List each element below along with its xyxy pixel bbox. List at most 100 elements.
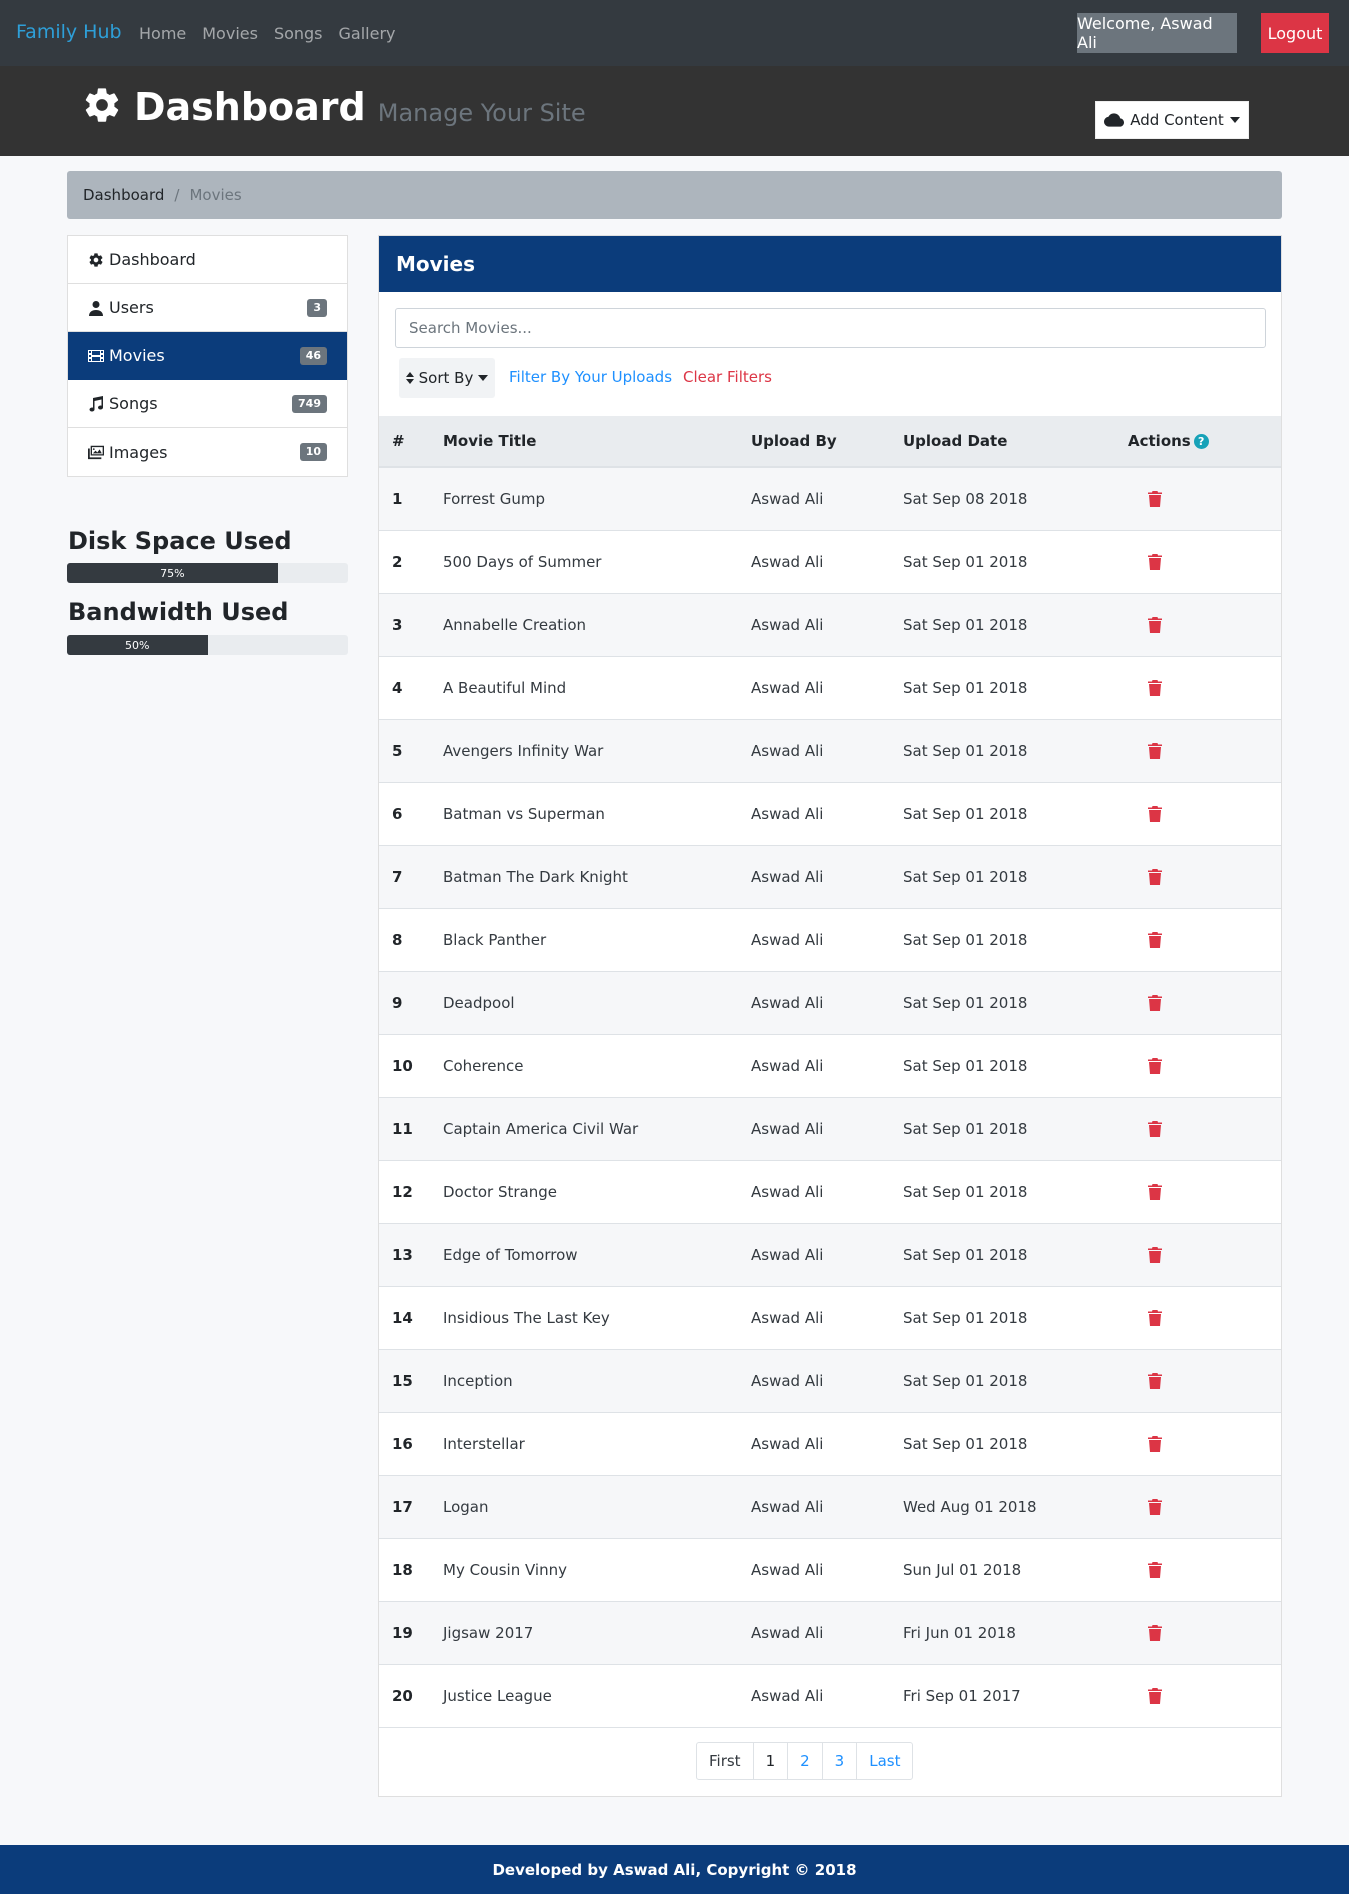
trash-icon[interactable]: [1148, 868, 1162, 885]
row-number: 14: [379, 1286, 443, 1350]
trash-icon[interactable]: [1148, 742, 1162, 759]
trash-icon[interactable]: [1148, 1057, 1162, 1074]
row-actions: [1128, 467, 1281, 531]
row-actions: [1128, 1349, 1281, 1413]
clear-filters-link[interactable]: Clear Filters: [683, 368, 772, 386]
help-icon[interactable]: ?: [1193, 434, 1209, 449]
trash-icon[interactable]: [1148, 805, 1162, 822]
sidebar-item-users[interactable]: Users 3: [68, 284, 347, 332]
table-row: 18 My Cousin Vinny Aswad Ali Sun Jul 01 201…: [379, 1538, 1281, 1602]
row-actions: [1128, 1097, 1281, 1161]
upload-date: Sat Sep 01 2018: [903, 656, 1128, 720]
trash-icon[interactable]: [1148, 1120, 1162, 1137]
add-content-dropdown[interactable]: Add Content: [1095, 101, 1249, 139]
sidebar-item-images[interactable]: Images 10: [68, 428, 347, 476]
upload-date: Sat Sep 01 2018: [903, 593, 1128, 657]
sidebar-item-songs[interactable]: Songs 749: [68, 380, 347, 428]
upload-by: Aswad Ali: [751, 1223, 903, 1287]
row-actions: [1128, 1160, 1281, 1224]
upload-date: Sat Sep 01 2018: [903, 971, 1128, 1035]
top-navbar: Family Hub Home Movies Songs Gallery Wel…: [0, 0, 1349, 66]
movie-title: Coherence: [443, 1034, 751, 1098]
footer: Developed by Aswad Ali, Copyright © 2018: [0, 1845, 1349, 1894]
trash-icon[interactable]: [1148, 994, 1162, 1011]
row-number: 17: [379, 1475, 443, 1539]
upload-date: Sat Sep 01 2018: [903, 1097, 1128, 1161]
column-header-title: Movie Title: [443, 416, 751, 468]
nav-link-gallery[interactable]: Gallery: [339, 24, 396, 43]
movie-title: Batman The Dark Knight: [443, 845, 751, 909]
trash-icon[interactable]: [1148, 553, 1162, 570]
sidebar-item-movies[interactable]: Movies 46: [68, 332, 347, 380]
table-row: 20 Justice League Aswad Ali Fri Sep 01 2017: [379, 1664, 1281, 1728]
row-actions: [1128, 1601, 1281, 1665]
filter-your-uploads-link[interactable]: Filter By Your Uploads: [509, 368, 672, 386]
trash-icon[interactable]: [1148, 616, 1162, 633]
breadcrumb-dashboard[interactable]: Dashboard: [83, 186, 164, 204]
row-actions: [1128, 845, 1281, 909]
row-actions: [1128, 1475, 1281, 1539]
movie-title: A Beautiful Mind: [443, 656, 751, 720]
movie-title: Interstellar: [443, 1412, 751, 1476]
page-last[interactable]: Last: [856, 1743, 912, 1779]
nav-link-home[interactable]: Home: [139, 24, 186, 43]
sort-by-dropdown[interactable]: Sort By: [399, 358, 495, 398]
page-first[interactable]: First: [697, 1743, 753, 1779]
movie-title: Logan: [443, 1475, 751, 1539]
trash-icon[interactable]: [1148, 1687, 1162, 1704]
trash-icon[interactable]: [1148, 1183, 1162, 1200]
upload-date: Sun Jul 01 2018: [903, 1538, 1128, 1602]
trash-icon[interactable]: [1148, 679, 1162, 696]
trash-icon[interactable]: [1148, 1561, 1162, 1578]
sidebar-item-label: Images: [109, 442, 168, 462]
upload-by: Aswad Ali: [751, 719, 903, 783]
movie-title: Black Panther: [443, 908, 751, 972]
trash-icon[interactable]: [1148, 1309, 1162, 1326]
upload-by: Aswad Ali: [751, 1601, 903, 1665]
nav-links: Home Movies Songs Gallery: [139, 24, 396, 43]
nav-link-songs[interactable]: Songs: [274, 24, 323, 43]
trash-icon[interactable]: [1148, 490, 1162, 507]
table-header-row: # Movie Title Upload By Upload Date Acti…: [379, 416, 1281, 468]
page-3[interactable]: 3: [821, 1743, 857, 1779]
songs-count-badge: 749: [292, 395, 327, 413]
trash-icon[interactable]: [1148, 1372, 1162, 1389]
brand-link[interactable]: Family Hub: [16, 21, 122, 43]
row-number: 20: [379, 1664, 443, 1728]
upload-by: Aswad Ali: [751, 656, 903, 720]
table-row: 1 Forrest Gump Aswad Ali Sat Sep 08 2018: [379, 467, 1281, 531]
welcome-button[interactable]: Welcome, Aswad Ali: [1077, 13, 1237, 53]
disk-space-progress-fill: 75%: [67, 563, 278, 583]
disk-space-title: Disk Space Used: [68, 527, 292, 555]
movie-title: Captain America Civil War: [443, 1097, 751, 1161]
trash-icon[interactable]: [1148, 1435, 1162, 1452]
upload-date: Sat Sep 01 2018: [903, 1412, 1128, 1476]
page-2[interactable]: 2: [787, 1743, 822, 1779]
upload-by: Aswad Ali: [751, 530, 903, 594]
upload-date: Sat Sep 01 2018: [903, 908, 1128, 972]
table-row: 5 Avengers Infinity War Aswad Ali Sat Sep 0…: [379, 719, 1281, 783]
logout-button[interactable]: Logout: [1261, 13, 1329, 53]
upload-date: Sat Sep 08 2018: [903, 467, 1128, 531]
trash-icon[interactable]: [1148, 1624, 1162, 1641]
upload-date: Sat Sep 01 2018: [903, 719, 1128, 783]
table-row: 2 500 Days of Summer Aswad Ali Sat Sep 01 2…: [379, 530, 1281, 594]
sort-by-label: Sort By: [418, 369, 474, 387]
nav-link-movies[interactable]: Movies: [202, 24, 258, 43]
page-1[interactable]: 1: [752, 1743, 788, 1779]
caret-down-icon: [478, 375, 489, 381]
movies-table: # Movie Title Upload By Upload Date Acti…: [379, 416, 1281, 1728]
sidebar-menu: Dashboard Users 3 Movies 46 Songs 749 Im…: [67, 235, 348, 477]
row-number: 4: [379, 656, 443, 720]
trash-icon[interactable]: [1148, 1498, 1162, 1515]
trash-icon[interactable]: [1148, 931, 1162, 948]
row-number: 1: [379, 467, 443, 531]
breadcrumb-movies: Movies: [189, 186, 242, 204]
add-content-label: Add Content: [1130, 111, 1224, 129]
sidebar-item-dashboard[interactable]: Dashboard: [68, 236, 347, 284]
row-number: 7: [379, 845, 443, 909]
gear-icon: [89, 252, 103, 267]
sidebar-item-label: Songs: [109, 394, 158, 413]
trash-icon[interactable]: [1148, 1246, 1162, 1263]
search-movies-input[interactable]: [395, 308, 1266, 348]
